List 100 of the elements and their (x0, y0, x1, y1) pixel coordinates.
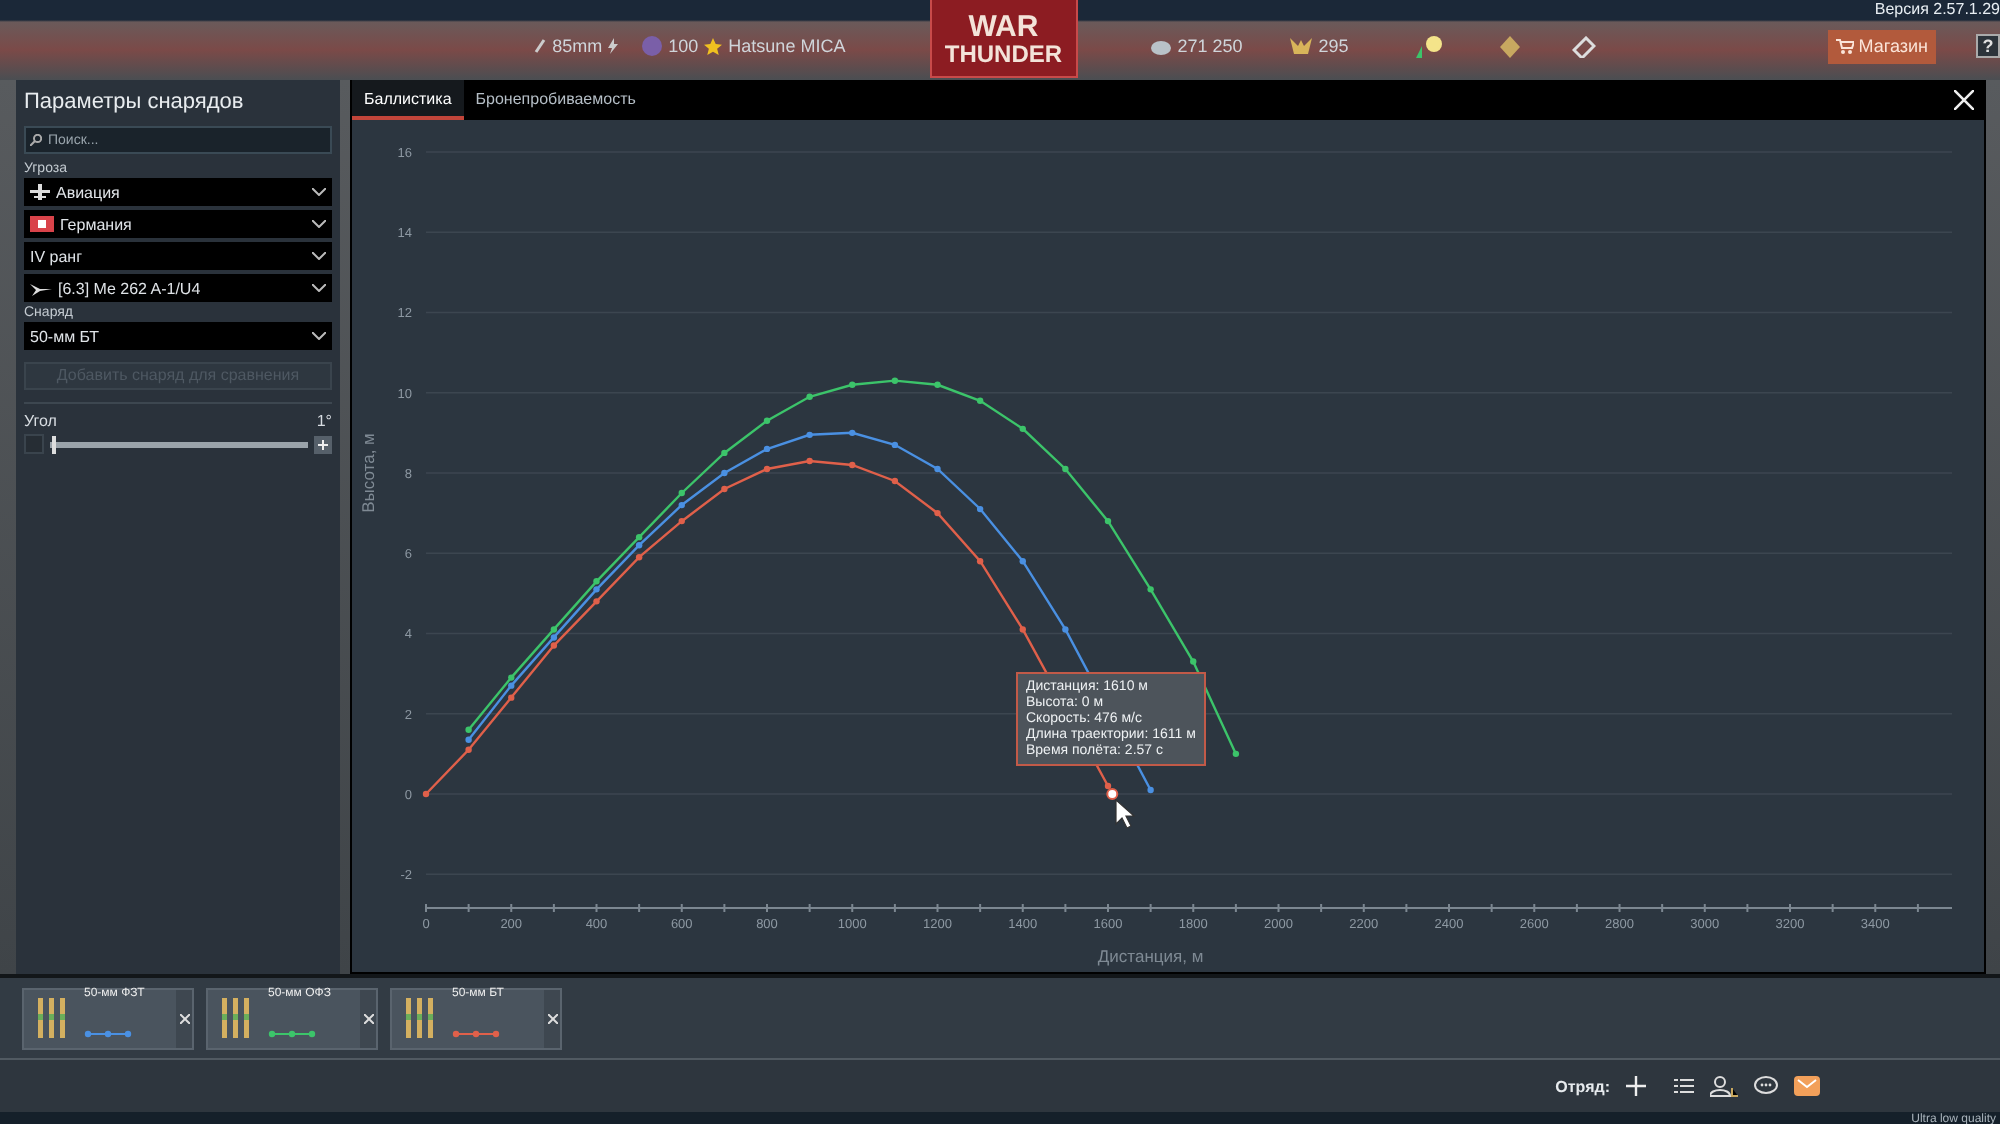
data-point (976, 397, 984, 404)
lightbulb-icon[interactable] (1416, 33, 1445, 59)
data-point (422, 790, 430, 798)
close-icon (547, 1013, 557, 1023)
shells-icon (36, 998, 68, 1038)
angle-label: Угол (24, 412, 57, 430)
player-nickname[interactable]: Hatsune MICA (728, 36, 846, 56)
close-icon (363, 1013, 373, 1023)
data-point (976, 558, 984, 565)
data-point (678, 517, 685, 525)
data-point (593, 598, 600, 605)
game-logo: WAR THUNDER (929, 0, 1078, 78)
star-icon (704, 37, 723, 55)
data-point (721, 449, 728, 457)
search-icon (30, 134, 42, 146)
shells-icon (220, 998, 252, 1038)
premium-currency-balance: 295 (1318, 36, 1349, 56)
data-point (465, 736, 472, 743)
data-point (721, 485, 728, 493)
shell-icon (534, 38, 547, 54)
rank-level: 100 (668, 36, 699, 56)
angle-reading: 1° (316, 412, 332, 430)
tab[interactable]: Баллистика (352, 80, 464, 120)
dropdown[interactable]: IV ранг (24, 242, 332, 270)
data-point (465, 746, 472, 753)
data-point (1062, 626, 1069, 633)
currency-balance: 271 250 (1177, 36, 1243, 56)
remove-button[interactable] (360, 989, 376, 1047)
data-point (891, 377, 899, 384)
data-point (1232, 750, 1240, 758)
data-point (763, 417, 771, 424)
flag-icon (30, 216, 54, 232)
plus-icon[interactable] (1626, 1076, 1646, 1096)
data-point (976, 505, 984, 513)
data-point (934, 381, 941, 388)
data-point (1019, 425, 1026, 433)
dropdown[interactable]: Авиация (24, 178, 332, 206)
y-axis-title: Высота, м (358, 433, 378, 513)
contacts-icon[interactable] (1710, 1075, 1738, 1097)
chat-icon[interactable] (1754, 1076, 1778, 1096)
remove-button[interactable] (176, 989, 192, 1047)
cart-icon (1836, 38, 1855, 54)
list-icon[interactable] (1674, 1078, 1694, 1094)
caliber-text: 85mm (552, 36, 603, 56)
close-icon[interactable] (1954, 90, 1974, 110)
chevron-down-icon (312, 252, 326, 260)
data-point (891, 477, 899, 485)
dropdown[interactable]: [6.3] Me 262 A-1/U4 (24, 274, 332, 302)
tab[interactable]: Бронепробиваемость (463, 80, 648, 120)
data-point (721, 469, 728, 477)
data-point (806, 457, 813, 465)
chevron-down-icon (312, 220, 326, 228)
data-point (934, 465, 941, 473)
data-point (508, 694, 515, 701)
data-point (934, 509, 941, 517)
dropdown[interactable]: Германия (24, 210, 332, 238)
data-point (806, 393, 813, 400)
coins-icon (1149, 37, 1172, 55)
data-point (763, 465, 771, 473)
remove-button[interactable] (544, 989, 560, 1047)
shells-icon (404, 998, 436, 1038)
data-point (678, 501, 685, 509)
data-point (678, 489, 685, 497)
jet-icon (30, 281, 52, 295)
increase-button[interactable] (314, 435, 332, 453)
data-point (891, 441, 899, 449)
dropdown[interactable]: 50-мм БТ (24, 322, 332, 350)
data-point (465, 726, 472, 733)
data-point (849, 429, 856, 437)
panel-title: Параметры снарядов (24, 88, 246, 118)
data-point (1147, 786, 1154, 794)
shop-button[interactable]: Магазин (1828, 29, 1936, 63)
ticket-icon[interactable] (1572, 35, 1597, 57)
data-point (1019, 626, 1026, 633)
data-point (849, 461, 856, 469)
slider-thumb[interactable] (50, 435, 56, 453)
data-point (1190, 658, 1197, 665)
data-point (1104, 782, 1112, 790)
data-point (806, 431, 813, 439)
data-point (1104, 517, 1112, 525)
data-point (1147, 586, 1154, 593)
data-point (635, 554, 643, 561)
lightning-icon (608, 38, 619, 54)
plane-icon (30, 184, 50, 200)
chevron-down-icon (312, 284, 326, 292)
data-point (763, 445, 771, 453)
diamond-icon[interactable] (1500, 35, 1521, 57)
close-icon (179, 1013, 189, 1023)
version-text: Версия 2.57.1.29 (1874, 0, 2000, 18)
data-point (1019, 558, 1026, 565)
squad-label: Отряд: (1555, 1077, 1610, 1095)
mouse-cursor-icon (1115, 798, 1136, 829)
help-button[interactable]: ? (1976, 34, 2000, 58)
chevron-down-icon (312, 188, 326, 196)
hover-marker (1106, 787, 1119, 800)
avatar-icon (642, 36, 663, 56)
data-point (849, 381, 856, 388)
mail-icon[interactable] (1794, 1076, 1820, 1096)
x-axis-title: Дистанция, м (1097, 946, 1204, 966)
data-point (1062, 465, 1069, 473)
